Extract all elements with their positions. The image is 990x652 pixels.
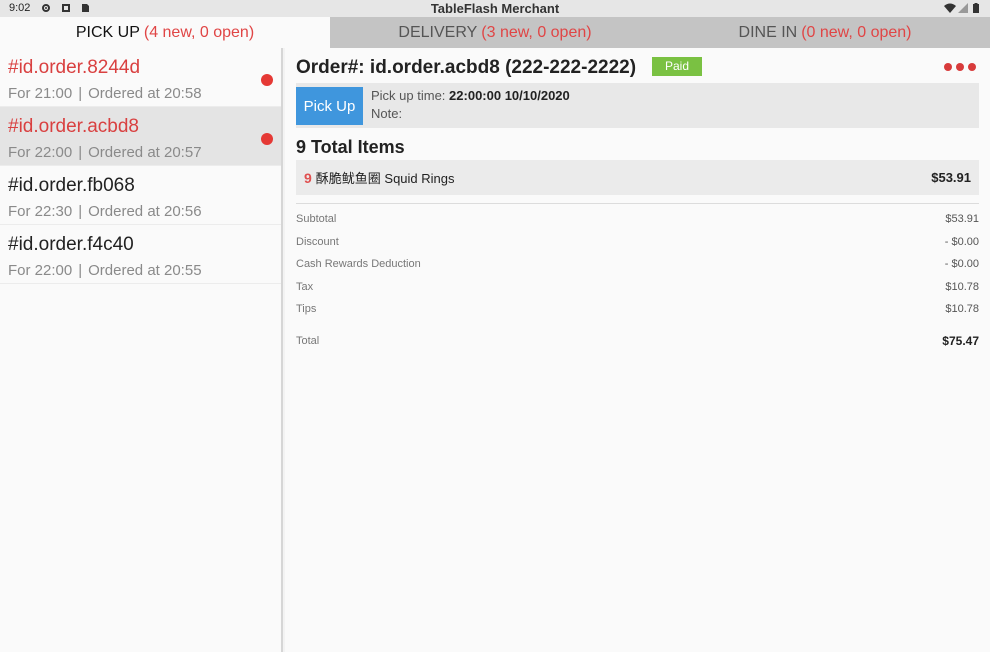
tips-label: Tips bbox=[296, 303, 317, 316]
tab-delivery-label: DELIVERY bbox=[398, 23, 478, 41]
paid-badge: Paid bbox=[652, 57, 702, 76]
order-item-row: 9 酥脆鱿鱼圈 Squid Rings $53.91 bbox=[296, 160, 979, 195]
more-options-icon[interactable] bbox=[944, 62, 976, 72]
app-title: TableFlash Merchant bbox=[430, 1, 560, 16]
order-id: #id.order.f4c40 bbox=[8, 234, 134, 255]
order-meta: For 22:00 | Ordered at 20:55 bbox=[8, 262, 202, 279]
tax-value: $10.78 bbox=[945, 280, 979, 293]
order-list: #id.order.8244d For 21:00 | Ordered at 20:… bbox=[0, 48, 283, 652]
order-ordered-time: Ordered at 20:57 bbox=[88, 144, 202, 161]
more-dot bbox=[944, 63, 952, 71]
summary-subtotal: Subtotal $53.91 bbox=[296, 208, 979, 231]
order-id: #id.order.acbd8 bbox=[8, 116, 139, 137]
new-order-dot bbox=[261, 133, 273, 145]
pickup-info: Pick up time: 22:00:00 10/10/2020 Note: bbox=[371, 87, 570, 128]
cash-rewards-value: - $0.00 bbox=[944, 258, 979, 271]
tab-pickup-label: PICK UP bbox=[75, 23, 140, 41]
order-id: #id.order.fb068 bbox=[8, 175, 135, 196]
pickup-time-row: Pick up time: 22:00:00 10/10/2020 bbox=[371, 87, 570, 105]
tab-pickup-count: (4 new, 0 open) bbox=[143, 23, 255, 41]
battery-icon bbox=[973, 3, 979, 13]
wifi-icon bbox=[944, 3, 956, 13]
pickup-button[interactable]: Pick Up bbox=[296, 87, 363, 125]
summary-cash-rewards: Cash Rewards Deduction - $0.00 bbox=[296, 253, 979, 276]
order-ordered-time: Ordered at 20:55 bbox=[88, 262, 202, 279]
subtotal-label: Subtotal bbox=[296, 213, 337, 226]
pickup-time-value: 22:00:00 10/10/2020 bbox=[449, 88, 570, 103]
subtotal-value: $53.91 bbox=[945, 213, 979, 226]
order-for-time: For 21:00 bbox=[8, 85, 73, 102]
tab-dine-in[interactable]: DINE IN (0 new, 0 open) bbox=[660, 17, 990, 48]
order-header: Order#: id.order.acbd8 (222-222-2222) bbox=[296, 57, 637, 78]
note-label: Note: bbox=[371, 106, 403, 121]
order-detail: Order#: id.order.acbd8 (222-222-2222) Pa… bbox=[285, 48, 990, 652]
summary-total: Total $75.47 bbox=[296, 330, 979, 353]
discount-label: Discount bbox=[296, 235, 339, 248]
tab-delivery[interactable]: DELIVERY (3 new, 0 open) bbox=[330, 17, 660, 48]
tips-value: $10.78 bbox=[945, 303, 979, 316]
divider bbox=[296, 203, 979, 204]
item-quantity: 9 bbox=[304, 169, 312, 186]
order-list-item[interactable]: #id.order.fb068 For 22:30 | Ordered at 20:… bbox=[0, 166, 281, 225]
order-summary: Subtotal $53.91 Discount - $0.00 Cash Re… bbox=[296, 208, 979, 352]
total-items-heading: 9 Total Items bbox=[296, 137, 405, 157]
order-for-time: For 22:00 bbox=[8, 144, 73, 161]
order-meta: For 22:30 | Ordered at 20:56 bbox=[8, 203, 202, 220]
tab-dine-in-label: DINE IN bbox=[738, 23, 798, 41]
total-value: $75.47 bbox=[942, 333, 979, 348]
new-order-dot bbox=[261, 74, 273, 86]
tab-dine-in-count: (0 new, 0 open) bbox=[801, 23, 912, 41]
cash-rewards-label: Cash Rewards Deduction bbox=[296, 258, 421, 271]
order-meta: For 21:00 | Ordered at 20:58 bbox=[8, 85, 202, 102]
total-label: Total bbox=[296, 334, 320, 347]
order-type-tabs: PICK UP (4 new, 0 open) DELIVERY (3 new,… bbox=[0, 17, 990, 48]
summary-discount: Discount - $0.00 bbox=[296, 231, 979, 254]
more-dot bbox=[956, 63, 964, 71]
pickup-panel: Pick Up Pick up time: 22:00:00 10/10/202… bbox=[296, 83, 979, 128]
order-id: #id.order.8244d bbox=[8, 57, 141, 78]
item-price: $53.91 bbox=[931, 170, 971, 185]
order-meta: For 22:00 | Ordered at 20:57 bbox=[8, 144, 202, 161]
tab-delivery-count: (3 new, 0 open) bbox=[481, 23, 592, 41]
tax-label: Tax bbox=[296, 280, 314, 293]
order-ordered-time: Ordered at 20:56 bbox=[88, 203, 202, 220]
tab-pickup[interactable]: PICK UP (4 new, 0 open) bbox=[0, 17, 330, 48]
summary-tax: Tax $10.78 bbox=[296, 276, 979, 299]
order-list-item[interactable]: #id.order.f4c40 For 22:00 | Ordered at 20:… bbox=[0, 225, 281, 284]
more-dot bbox=[968, 63, 976, 71]
order-for-time: For 22:00 bbox=[8, 262, 73, 279]
order-list-item[interactable]: #id.order.acbd8 For 22:00 | Ordered at 20:… bbox=[0, 107, 281, 166]
signal-icon bbox=[958, 3, 968, 13]
order-ordered-time: Ordered at 20:58 bbox=[88, 85, 202, 102]
order-list-item[interactable]: #id.order.8244d For 21:00 | Ordered at 20:… bbox=[0, 48, 281, 107]
status-bar: 9:02 TableFlash Merchant bbox=[0, 0, 990, 17]
discount-value: - $0.00 bbox=[944, 235, 979, 248]
order-for-time: For 22:30 bbox=[8, 203, 73, 220]
summary-tips: Tips $10.78 bbox=[296, 298, 979, 321]
item-name: 酥脆鱿鱼圈 Squid Rings bbox=[315, 171, 455, 186]
pickup-time-label: Pick up time: bbox=[371, 88, 446, 103]
